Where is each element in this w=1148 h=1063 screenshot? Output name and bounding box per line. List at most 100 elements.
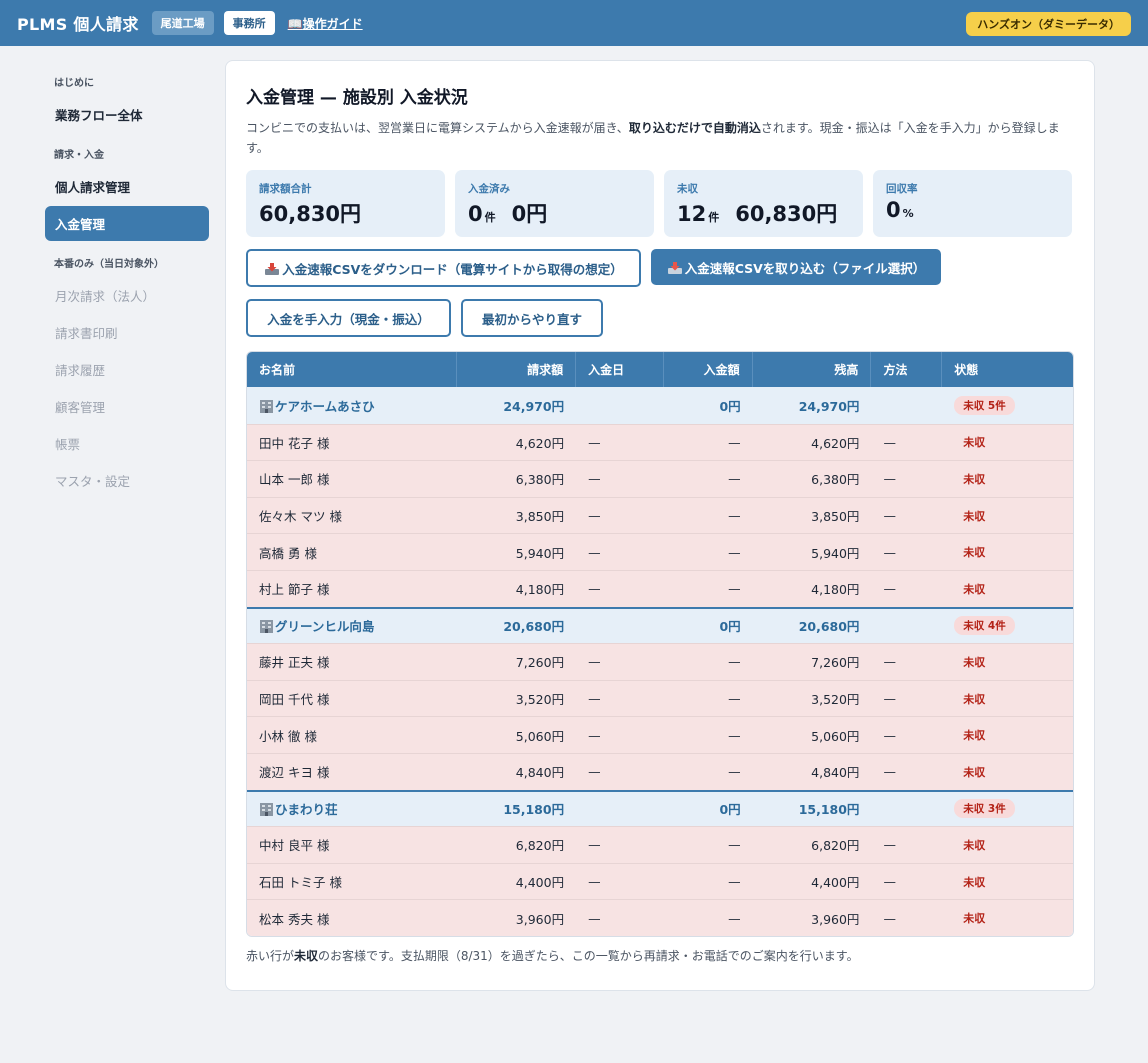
table-row[interactable]: 中村 良平 様 6,820円 — —6,820円 — 未収 [247,826,1073,863]
sidebar: はじめに 業務フロー全体 請求・入金 個人請求管理 入金管理 本番のみ（当日対象… [45,60,209,500]
balance-amount: 3,960円 [752,899,872,936]
status-cell: 未収 [942,423,1073,461]
customer-name: 松本 秀夫 様 [247,899,458,936]
site-chip[interactable]: 尾道工場 [151,11,214,35]
col-header-paid-amount[interactable]: 入金額 [663,352,753,387]
payment-method: — [871,496,943,534]
balance-amount: 5,940円 [752,533,872,570]
balance-amount: 4,620円 [752,423,872,461]
card-value: 0 件 0円 [468,198,641,228]
facility-paid: 0円 [663,387,753,424]
facility-paid-date [576,789,664,827]
balance-amount: 4,180円 [752,569,872,607]
table-row[interactable]: 山本 一郎 様 6,380円 — —6,380円 — 未収 [247,460,1073,497]
customer-name: 藤井 正夫 様 [247,643,458,680]
facility-row[interactable]: ひまわり荘 15,180円 0円 15,180円 未収 3件 [247,789,1073,827]
col-header-balance[interactable]: 残高 [752,352,872,387]
balance-amount: 3,520円 [752,679,872,717]
desc-emphasis: 取り込むだけで自動消込 [628,121,761,135]
billed-amount: 5,940円 [457,533,577,570]
action-row-1: 入金速報CSVをダウンロード（電算サイトから取得の想定） 入金速報CSVを取り込… [246,249,1074,287]
table-row[interactable]: 松本 秀夫 様 3,960円 — —3,960円 — 未収 [247,899,1073,936]
payment-method: — [871,533,943,570]
status-badge: 未収 [963,472,986,486]
facility-balance: 15,180円 [752,789,872,827]
facility-row[interactable]: ケアホームあさひ 24,970円 0円 24,970円 未収 5件 [247,387,1073,424]
table-row[interactable]: 小林 徹 様 5,060円 — —5,060円 — 未収 [247,716,1073,753]
customer-name: 渡辺 キヨ 様 [247,752,458,790]
paid-date: — [576,899,664,936]
table-row[interactable]: 田中 花子 様 4,620円 — —4,620円 — 未収 [247,423,1073,461]
facility-row[interactable]: グリーンヒル向島 20,680円 0円 20,680円 未収 4件 [247,606,1073,644]
building-icon [260,803,273,817]
billed-amount: 3,850円 [457,496,577,534]
col-header-status[interactable]: 状態 [942,352,1073,387]
paid-amount: — [663,496,753,534]
balance-amount: 5,060円 [752,716,872,753]
paid-amount: — [663,899,753,936]
building-icon [260,620,273,634]
footnote: 赤い行が未収のお客様です。支払期限（8/31）を過ぎたら、この一覧から再請求・お… [246,947,1074,964]
sidebar-item-payment-management[interactable]: 入金管理 [45,206,209,241]
payment-method: — [871,826,943,863]
col-header-billed[interactable]: 請求額 [457,352,577,387]
table-row[interactable]: 渡辺 キヨ 様 4,840円 — —4,840円 — 未収 [247,752,1073,790]
table-row[interactable]: 高橋 勇 様 5,940円 — —5,940円 — 未収 [247,533,1073,570]
paid-amount: — [663,569,753,607]
status-badge: 未収 [963,692,986,706]
customer-name: 岡田 千代 様 [247,679,458,717]
status-badge: 未収 [963,838,986,852]
table-row[interactable]: 岡田 千代 様 3,520円 — —3,520円 — 未収 [247,679,1073,717]
billed-amount: 5,060円 [457,716,577,753]
facility-status: 未収 3件 [942,789,1073,827]
paid-amount: — [663,716,753,753]
card-label: 入金済み [468,183,510,195]
col-header-method[interactable]: 方法 [871,352,943,387]
count-unit: 件 [484,211,496,224]
unpaid-count: 12 [677,202,707,226]
card-label: 回収率 [886,183,918,195]
collection-rate-card: 回収率 0% [873,170,1072,237]
unpaid-card: 未収 12 件 60,830円 [664,170,863,237]
sidebar-item-individual-billing[interactable]: 個人請求管理 [45,169,209,204]
status-cell: 未収 [942,752,1073,790]
paid-date: — [576,569,664,607]
guide-link[interactable]: 📖操作ガイド [288,15,363,32]
facility-name: ひまわり荘 [247,789,458,827]
facility-name: ケアホームあさひ [247,387,458,424]
status-cell: 未収 [942,716,1073,753]
card-label: 請求額合計 [259,183,312,195]
inbox-tray-icon [265,263,280,275]
table-row[interactable]: 藤井 正夫 様 7,260円 — —7,260円 — 未収 [247,643,1073,680]
sidebar-item-workflow[interactable]: 業務フロー全体 [45,97,209,132]
footnote-text: 赤い行が [246,948,295,963]
download-csv-button[interactable]: 入金速報CSVをダウンロード（電算サイトから取得の想定） [246,249,641,287]
import-csv-button[interactable]: 入金速報CSVを取り込む（ファイル選択） [651,249,941,285]
reset-button[interactable]: 最初からやり直す [461,299,603,337]
payment-method: — [871,460,943,497]
sidebar-item-billing-history: 請求履歴 [55,363,106,378]
facility-method [871,789,943,827]
table-row[interactable]: 村上 節子 様 4,180円 — —4,180円 — 未収 [247,569,1073,607]
summary-cards: 請求額合計 60,830円 入金済み 0 件 0円 未収 12 件 60,830円 回収… [246,170,1074,237]
billed-amount: 4,180円 [457,569,577,607]
table-row[interactable]: 佐々木 マツ 様 3,850円 — —3,850円 — 未収 [247,496,1073,534]
paid-amount: — [663,862,753,900]
col-header-name[interactable]: お名前 [247,352,458,387]
facility-paid: 0円 [663,789,753,827]
top-bar: PLMS 個人請求 尾道工場 事務所 📖操作ガイド ハンズオン（ダミーデータ） [0,0,1148,46]
action-row-2: 入金を手入力（現金・振込） 最初からやり直す [246,299,1074,337]
paid-date: — [576,679,664,717]
table-row[interactable]: 石田 トミ子 様 4,400円 — —4,400円 — 未収 [247,862,1073,900]
sidebar-item-customers: 顧客管理 [55,400,106,415]
demo-badge: ハンズオン（ダミーデータ） [966,12,1131,36]
manual-entry-button[interactable]: 入金を手入力（現金・振込） [246,299,451,337]
paid-count: 0 [468,202,483,226]
office-chip[interactable]: 事務所 [223,11,275,35]
balance-amount: 4,400円 [752,862,872,900]
col-header-paid-date[interactable]: 入金日 [576,352,664,387]
paid-amount: — [663,752,753,790]
book-icon: 📖 [287,16,303,31]
footnote-emphasis: 未収 [294,948,319,963]
table-body: ケアホームあさひ 24,970円 0円 24,970円 未収 5件 田中 花子 様 4,62… [247,387,1073,936]
